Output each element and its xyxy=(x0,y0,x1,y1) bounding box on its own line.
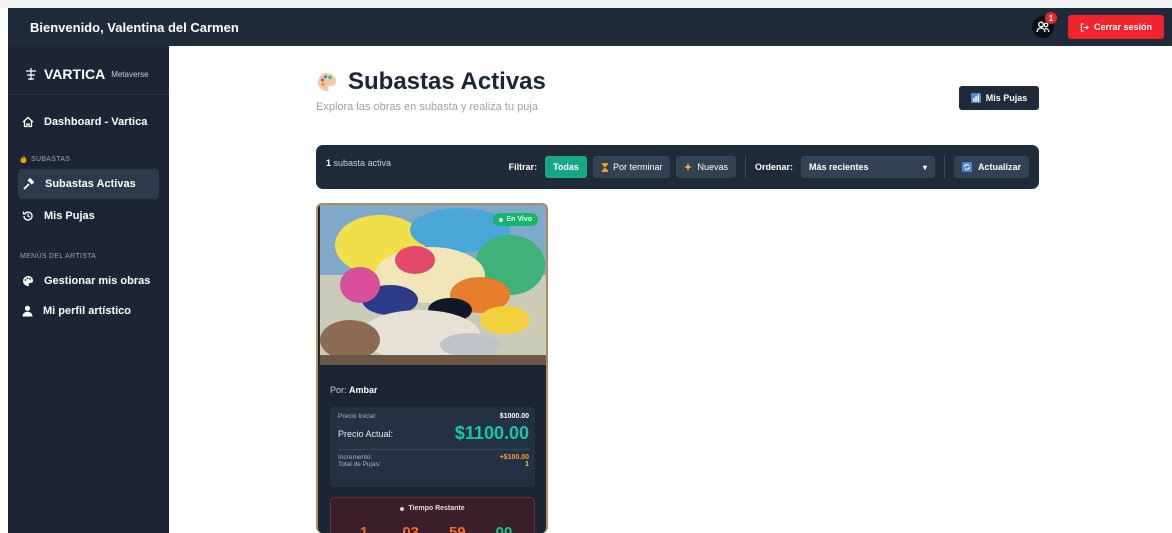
artist-name: Ambar xyxy=(349,385,378,395)
artist-line: Por: Ambar xyxy=(330,385,378,395)
precio-actual-row: Precio Actual: $1100.00 xyxy=(338,423,529,444)
timer-label-row: Tiempo Restante xyxy=(331,505,534,512)
sidebar: VARTICA Metaverse Dashboard - Vartica SU… xyxy=(8,46,169,533)
countdown-timer: Tiempo Restante 1 03 59 00 xyxy=(330,497,535,533)
palette-icon xyxy=(23,276,34,286)
order-label: Ordenar: xyxy=(754,162,793,172)
sidebar-item-label: Mis Pujas xyxy=(44,210,95,222)
logout-label: Cerrar sesión xyxy=(1093,22,1153,32)
brand-name: VARTICA xyxy=(44,66,106,82)
incremento-label: Incremento: xyxy=(338,454,373,461)
filter-por-terminar-label: Por terminar xyxy=(612,162,663,172)
precio-inicial-row: Precio Inicial: $1000.00 xyxy=(338,413,529,420)
refresh-label: Actualizar xyxy=(977,162,1021,172)
total-pujas-label: Total de Pujas: xyxy=(338,461,381,468)
order-select[interactable]: Más recientes ▾ xyxy=(800,156,935,178)
live-badge-label: En Vivo xyxy=(506,216,532,223)
notifications-button[interactable]: 1 xyxy=(1032,12,1057,38)
sidebar-item-perfil-artistico[interactable]: Mi perfil artístico xyxy=(8,296,169,326)
sidebar-item-dashboard[interactable]: Dashboard - Vartica xyxy=(8,107,169,137)
artwork-painting xyxy=(320,205,546,365)
sidebar-item-mis-pujas[interactable]: Mis Pujas xyxy=(8,201,169,231)
section-artista: MENÚS DEL ARTISTA xyxy=(8,253,169,260)
precio-inicial-label: Precio Inicial: xyxy=(338,413,377,420)
top-bar: Bienvenido, Valentina del Carmen 1 Cerra… xyxy=(8,8,1172,46)
page-subtitle: Explora las obras en subasta y realiza t… xyxy=(316,101,538,113)
logout-button[interactable]: Cerrar sesión xyxy=(1068,15,1164,39)
page-title: Subastas Activas xyxy=(348,68,546,95)
brand-logo[interactable]: VARTICA Metaverse xyxy=(8,46,169,88)
mis-pujas-button[interactable]: Mis Pujas xyxy=(959,86,1039,110)
watermark-band xyxy=(0,0,1172,8)
filter-bar: 1 subasta activa Filtrar: Todas Por term… xyxy=(316,145,1039,189)
gavel-icon xyxy=(23,177,35,190)
hourglass-icon xyxy=(601,162,608,172)
filter-divider xyxy=(943,156,945,178)
sidebar-divider xyxy=(8,94,169,95)
palette-emoji-icon xyxy=(318,73,337,91)
price-divider xyxy=(338,449,529,450)
filter-divider xyxy=(744,156,746,178)
vartica-logo-icon xyxy=(26,68,36,80)
home-icon xyxy=(22,116,34,128)
filter-por-terminar-button[interactable]: Por terminar xyxy=(592,156,671,178)
filter-nuevas-button[interactable]: Nuevas xyxy=(676,156,736,178)
filter-todas-button[interactable]: Todas xyxy=(545,156,587,178)
welcome-text: Bienvenido, Valentina del Carmen xyxy=(30,19,239,35)
timer-dot-icon xyxy=(400,506,405,511)
artwork-image[interactable]: En Vivo xyxy=(320,205,546,365)
precio-actual-value: $1100.00 xyxy=(454,423,529,443)
sidebar-item-gestionar-obras[interactable]: Gestionar mis obras xyxy=(8,266,169,296)
auction-count-text: subasta activa xyxy=(331,158,392,168)
live-dot-icon xyxy=(499,217,504,222)
refresh-button[interactable]: Actualizar xyxy=(953,156,1029,178)
sparkles-icon xyxy=(684,162,693,171)
user-icon xyxy=(22,305,33,317)
timer-minutes: 59 xyxy=(448,524,466,533)
page-header: Subastas Activas xyxy=(316,68,546,96)
total-pujas-row: Total de Pujas: 1 xyxy=(338,461,529,468)
refresh-icon xyxy=(961,162,972,172)
incremento-row: Incremento: +$100.00 xyxy=(338,454,529,461)
filter-controls: Filtrar: Todas Por terminar Nuevas Orden… xyxy=(509,156,1029,178)
incremento-value: +$100.00 xyxy=(499,454,529,461)
logout-icon xyxy=(1080,22,1089,32)
section-artista-label: MENÚS DEL ARTISTA xyxy=(20,253,97,260)
timer-hours: 03 xyxy=(402,524,419,533)
artist-prefix: Por: xyxy=(330,385,350,395)
filter-nuevas-label: Nuevas xyxy=(697,162,728,172)
sidebar-item-subastas-activas[interactable]: Subastas Activas xyxy=(18,169,159,199)
fire-icon xyxy=(20,155,27,163)
auction-count: 1 subasta activa xyxy=(326,158,391,168)
order-select-value: Más recientes xyxy=(808,162,869,172)
precio-inicial-value: $1000.00 xyxy=(499,413,529,420)
timer-digits: 1 03 59 00 xyxy=(349,524,519,533)
chevron-down-icon: ▾ xyxy=(922,162,927,172)
timer-days: 1 xyxy=(359,524,369,533)
auction-card[interactable]: En Vivo Por: Ambar Precio Inicial: $1000… xyxy=(316,203,548,533)
timer-seconds: 00 xyxy=(495,524,513,533)
notification-badge: 1 xyxy=(1045,12,1057,24)
main-content: Subastas Activas Explora las obras en su… xyxy=(169,46,1172,533)
section-subastas-label: SUBASTAS xyxy=(31,155,71,163)
live-badge: En Vivo xyxy=(493,213,538,226)
sidebar-item-label: Dashboard - Vartica xyxy=(44,116,148,128)
brand-sub: Metaverse xyxy=(111,69,149,79)
precio-actual-label: Precio Actual: xyxy=(338,428,394,439)
sidebar-item-label: Mi perfil artístico xyxy=(43,305,132,317)
filter-label: Filtrar: xyxy=(508,162,538,172)
price-box: Precio Inicial: $1000.00 Precio Actual: … xyxy=(330,407,535,487)
history-icon xyxy=(22,211,33,221)
sidebar-item-label: Subastas Activas xyxy=(45,178,136,190)
section-subastas: SUBASTAS xyxy=(8,155,169,163)
total-pujas-value: 1 xyxy=(525,461,529,468)
topbar-actions: 1 Cerrar sesión xyxy=(1032,12,1164,39)
sidebar-item-label: Gestionar mis obras xyxy=(44,275,151,287)
chart-icon xyxy=(970,93,981,103)
timer-label: Tiempo Restante xyxy=(408,505,465,512)
mis-pujas-label: Mis Pujas xyxy=(985,93,1028,103)
filter-todas-label: Todas xyxy=(553,162,579,172)
